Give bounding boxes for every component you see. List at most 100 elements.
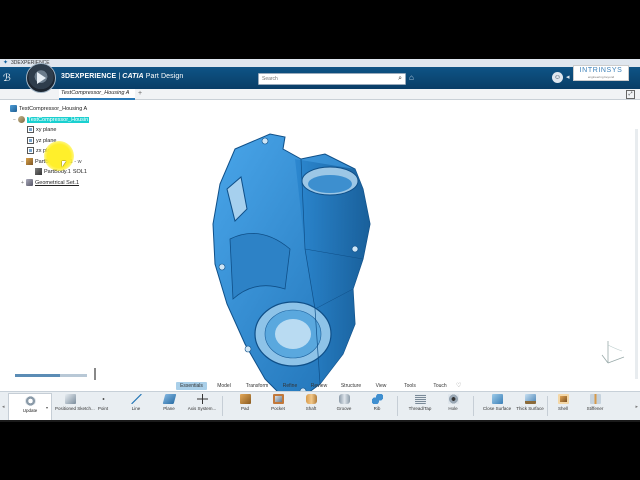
slider-fill — [15, 374, 60, 377]
section-transform[interactable]: Transform — [242, 382, 272, 390]
tree-node-part[interactable]: − TestCompressor_Housin — [10, 115, 130, 126]
app-window: ✦ 3DEXPERIENCE ℬ 3DEXPERIENCE | CATIA Pa… — [0, 59, 640, 420]
intrinsys-logo: INTRINSYS engineering beyond — [573, 65, 629, 81]
groove-button[interactable]: Groove — [329, 394, 359, 411]
tool-label: Shaft — [305, 406, 317, 411]
pad-button[interactable]: Pad — [230, 394, 260, 411]
body-icon — [35, 168, 42, 176]
tool-label: Hole — [448, 406, 458, 411]
section-tools[interactable]: Tools — [398, 382, 422, 390]
section-structure[interactable]: Structure — [336, 382, 366, 390]
search-input[interactable] — [259, 74, 392, 83]
stiffener-icon — [589, 394, 601, 404]
positioned-sketch-button[interactable]: Positioned Sketch... — [55, 394, 95, 411]
brand-app-name: Part Design — [143, 73, 184, 80]
logo-tagline: engineering beyond — [587, 75, 615, 79]
tool-label: Thread/Tap — [408, 406, 432, 411]
rib-icon — [371, 394, 383, 404]
shaft-icon — [305, 394, 317, 404]
toolbar-divider — [473, 396, 474, 416]
thread-icon — [414, 394, 426, 404]
plane-icon — [162, 394, 176, 404]
line-button[interactable]: Line — [121, 394, 151, 411]
body-icon — [26, 157, 33, 165]
shell-icon — [557, 394, 569, 404]
tree-node-label: TestCompressor_Housing A — [19, 106, 88, 112]
search-icon[interactable]: ⌕ — [398, 75, 402, 83]
sections-more-icon[interactable]: ♡ — [456, 382, 461, 390]
orientation-axis-icon[interactable] — [598, 337, 628, 367]
ds-logo-icon[interactable]: ℬ — [3, 73, 19, 84]
tag-icon[interactable]: ⌂ — [409, 73, 414, 82]
slider-handle[interactable] — [94, 368, 96, 380]
thick-surface-button[interactable]: Thick Surface — [515, 394, 545, 411]
tree-node-yz-plane[interactable]: yz plane — [10, 136, 130, 147]
tool-label: Positioned Sketch... — [55, 406, 95, 411]
tree-node-root[interactable]: TestCompressor_Housing A — [10, 104, 130, 115]
tool-label: Groove — [336, 406, 352, 411]
thread-tap-button[interactable]: Thread/Tap — [405, 394, 435, 411]
compass-icon[interactable] — [26, 63, 56, 93]
close-surface-icon — [491, 394, 503, 404]
rib-button[interactable]: Rib — [362, 394, 392, 411]
pad-icon — [239, 394, 251, 404]
tool-label: Point — [97, 406, 109, 411]
tree-node-geometrical-set[interactable]: + Geometrical Set.1 — [10, 178, 130, 189]
mouse-cursor-icon — [62, 161, 66, 167]
tool-label: Plane — [163, 406, 175, 411]
shell-button[interactable]: Shell — [548, 394, 578, 411]
section-essentials[interactable]: Essentials — [176, 382, 207, 390]
section-review[interactable]: Review — [306, 382, 332, 390]
toolbar-divider — [397, 396, 398, 416]
user-icon[interactable]: ☺ — [552, 72, 563, 83]
section-refine[interactable]: Refine — [278, 382, 302, 390]
add-tab-icon[interactable]: + — [138, 89, 142, 98]
close-surface-button[interactable]: Close Surface — [482, 394, 512, 411]
tool-label: Rib — [373, 406, 381, 411]
stiffener-button[interactable]: Stiffener — [580, 394, 610, 411]
tab-row: TestCompressor_Housing A + ⤢ — [0, 89, 640, 100]
plane-icon — [27, 136, 34, 144]
axis-system-button[interactable]: Axis System... — [187, 394, 217, 411]
section-touch[interactable]: Touch — [428, 382, 452, 390]
plane-icon — [27, 126, 34, 134]
tree-node-suffix: SOL1 — [72, 169, 87, 175]
plane-button[interactable]: Plane — [154, 394, 184, 411]
tab-testcompressor[interactable]: TestCompressor_Housing A — [59, 89, 135, 100]
actionbar-right-arrow-icon[interactable]: ▸ — [635, 404, 638, 410]
hole-button[interactable]: Hole — [438, 394, 468, 411]
point-icon — [97, 394, 109, 404]
tree-node-partbody-1[interactable]: PartBody.1 SOL1 — [10, 167, 130, 178]
shaft-button[interactable]: Shaft — [296, 394, 326, 411]
update-button[interactable]: Update ▾ — [8, 393, 52, 420]
maximize-icon[interactable]: ⤢ — [626, 90, 635, 99]
compressor-housing-model[interactable] — [205, 129, 395, 409]
window-title-bar: ✦ 3DEXPERIENCE — [0, 59, 640, 67]
tool-label: Stiffener — [586, 406, 604, 411]
plane-icon — [27, 147, 34, 155]
tool-label: Shell — [557, 406, 568, 411]
section-model[interactable]: Model — [212, 382, 236, 390]
tool-label: Thick Surface — [516, 406, 544, 411]
line-icon — [130, 394, 142, 404]
thick-surface-icon — [524, 394, 536, 404]
section-view[interactable]: View — [370, 382, 392, 390]
update-icon — [24, 396, 36, 406]
dropdown-icon[interactable]: ▾ — [46, 405, 48, 410]
search-box[interactable]: ⌕ — [258, 73, 406, 85]
point-button[interactable]: Point — [88, 394, 118, 411]
geometrical-set-icon — [26, 178, 33, 186]
actionbar-left-arrow-icon[interactable]: ◂ — [2, 404, 5, 410]
right-scrollbar[interactable] — [635, 129, 638, 379]
pocket-button[interactable]: Pocket — [263, 394, 293, 411]
tree-node-xy-plane[interactable]: xy plane — [10, 125, 130, 136]
view-slider[interactable] — [15, 374, 87, 377]
brand-title: 3DEXPERIENCE | CATIA Part Design — [61, 73, 183, 80]
update-label: Update — [22, 408, 38, 413]
tree-node-label: TestCompressor_Housin — [27, 116, 90, 123]
tree-node-label: xy plane — [36, 127, 57, 133]
cursor-highlight — [44, 141, 74, 171]
product-icon — [10, 105, 17, 113]
share-icon[interactable]: ◂ — [566, 73, 570, 81]
tool-label: Close Surface — [482, 406, 512, 411]
